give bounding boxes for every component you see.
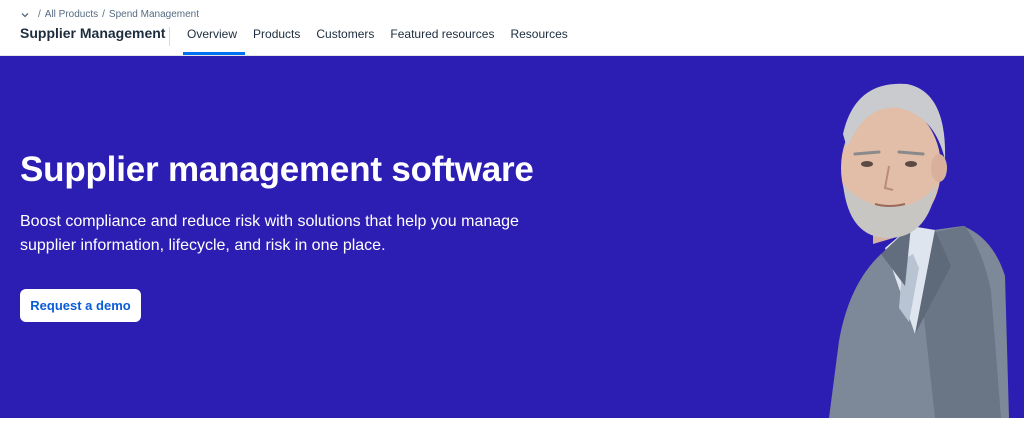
- breadcrumb-separator: /: [102, 9, 105, 20]
- breadcrumb-separator: /: [38, 9, 41, 20]
- hero-title: Supplier management software: [20, 150, 534, 189]
- tab-customers[interactable]: Customers: [308, 19, 382, 55]
- top-navigation-bar: / All Products / Spend Management Suppli…: [0, 0, 1024, 56]
- chevron-down-icon[interactable]: [20, 10, 30, 20]
- tab-products[interactable]: Products: [245, 19, 308, 55]
- hero-person-image: [829, 83, 1009, 418]
- hero-banner: Supplier management software Boost compl…: [0, 56, 1024, 418]
- product-nav: Overview Products Customers Featured res…: [183, 19, 576, 55]
- hero-subtitle: Boost compliance and reduce risk with so…: [20, 213, 519, 254]
- product-title[interactable]: Supplier Management: [20, 25, 165, 41]
- tab-featured-resources[interactable]: Featured resources: [382, 19, 502, 55]
- tab-resources[interactable]: Resources: [502, 19, 575, 55]
- request-demo-button[interactable]: Request a demo: [20, 289, 141, 322]
- breadcrumb: / All Products / Spend Management: [20, 9, 199, 20]
- tab-overview[interactable]: Overview: [183, 19, 246, 55]
- header-divider: [169, 27, 170, 46]
- breadcrumb-all-products[interactable]: All Products: [45, 9, 98, 20]
